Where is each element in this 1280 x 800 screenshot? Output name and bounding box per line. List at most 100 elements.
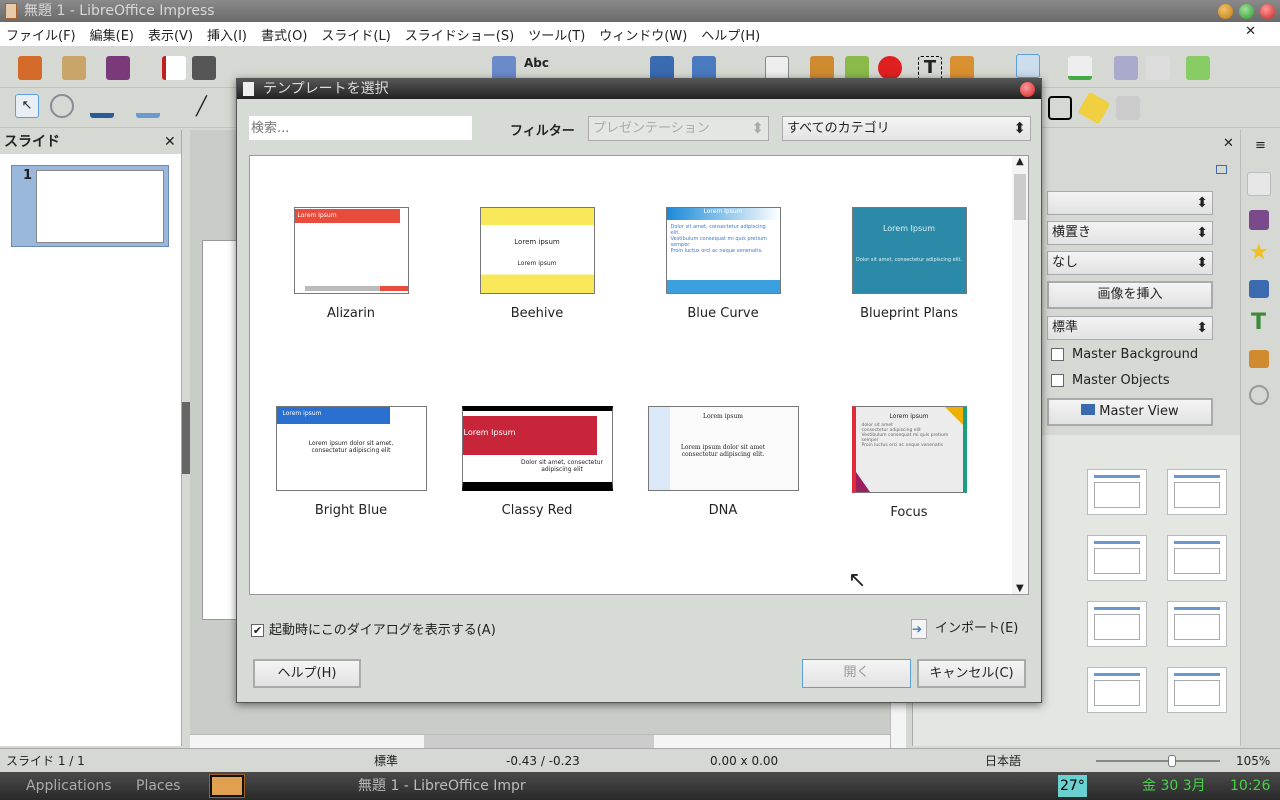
menu-slideshow[interactable]: スライドショー(S) xyxy=(405,25,514,44)
template-bright-blue[interactable]: Lorem ipsum Lorem ipsum dolor sit amet, c… xyxy=(258,406,444,518)
print-icon[interactable] xyxy=(192,56,216,80)
workspace-switcher[interactable] xyxy=(209,774,245,798)
template-dna[interactable]: Lorem ipsum Lorem ipsum dolor sit amet co… xyxy=(630,406,816,518)
fill-color-icon[interactable] xyxy=(136,94,160,118)
close-document-icon[interactable]: ✕ xyxy=(1245,24,1256,39)
help-button[interactable]: ヘルプ(H) xyxy=(253,659,361,688)
slide-thumbnail[interactable]: 1 xyxy=(11,165,169,247)
cancel-button[interactable]: キャンセル(C) xyxy=(917,659,1026,688)
language[interactable]: 日本語 xyxy=(985,749,1021,773)
applications-menu[interactable]: Applications xyxy=(26,772,112,800)
menu-window[interactable]: ウィンドウ(W) xyxy=(599,25,687,44)
close-pane-icon[interactable]: ✕ xyxy=(164,130,176,154)
delete-slide-icon[interactable] xyxy=(1146,56,1170,80)
slide-transition-tab-icon[interactable] xyxy=(1249,210,1269,230)
menu-file[interactable]: ファイル(F) xyxy=(6,25,76,44)
more-options-icon[interactable] xyxy=(1216,165,1227,174)
open-folder-icon[interactable] xyxy=(62,56,86,80)
layout-option[interactable] xyxy=(1167,667,1227,713)
close-button[interactable] xyxy=(1260,4,1275,19)
menu-format[interactable]: 書式(O) xyxy=(261,25,307,44)
start-slideshow-icon[interactable] xyxy=(692,56,716,80)
shapes-icon[interactable] xyxy=(1016,54,1040,78)
fontwork-icon[interactable] xyxy=(950,56,974,80)
line-tool-icon[interactable]: ╱ xyxy=(196,96,207,117)
maximize-button[interactable] xyxy=(1239,4,1254,19)
chart-icon[interactable] xyxy=(878,56,902,80)
animation-tab-icon[interactable]: ★ xyxy=(1249,240,1269,265)
show-on-startup-checkbox[interactable]: ✔ 起動時にこのダイアログを表示する(A) xyxy=(251,619,496,638)
layout-option[interactable] xyxy=(1087,469,1147,515)
horizontal-scrollbar[interactable] xyxy=(190,734,890,749)
new-slide-icon[interactable] xyxy=(1068,56,1092,80)
navigator-tab-icon[interactable] xyxy=(1249,385,1269,405)
minimize-button[interactable] xyxy=(1218,4,1233,19)
layout-option[interactable] xyxy=(1087,535,1147,581)
template-focus[interactable]: Lorem ipsum dolor sit amet consectetur adi… xyxy=(816,406,1002,520)
splitter-handle[interactable] xyxy=(182,402,190,474)
image-icon[interactable] xyxy=(810,56,834,80)
textbox-icon[interactable]: T xyxy=(918,56,942,80)
layout-option[interactable] xyxy=(1167,535,1227,581)
filter-select[interactable]: プレゼンテーション xyxy=(588,116,769,141)
dialog-close-button[interactable] xyxy=(1020,82,1035,97)
layout-option[interactable] xyxy=(1087,667,1147,713)
scroll-down-icon[interactable]: ▼ xyxy=(1016,583,1024,594)
menu-view[interactable]: 表示(V) xyxy=(148,25,193,44)
zoom-level[interactable]: 105% xyxy=(1236,749,1270,773)
gallery-tab-icon[interactable] xyxy=(1249,350,1269,368)
orientation-select[interactable]: 横置き xyxy=(1047,221,1213,245)
zoom-slider[interactable] xyxy=(1096,755,1220,767)
properties-tab-icon[interactable] xyxy=(1247,172,1271,196)
master-view-button[interactable]: Master View xyxy=(1047,398,1213,426)
import-button[interactable]: ➔ インポート(E) xyxy=(911,617,1018,639)
export-pdf-icon[interactable] xyxy=(162,56,186,80)
template-classy-red[interactable]: Lorem Ipsum Dolor sit amet, consectetur a… xyxy=(444,406,630,518)
zoom-slider-thumb[interactable] xyxy=(1167,755,1176,767)
select-arrow-icon[interactable]: ↖ xyxy=(15,94,39,118)
menu-slide[interactable]: スライド(L) xyxy=(321,25,390,44)
open-button[interactable]: 開く xyxy=(802,659,911,688)
menu-insert[interactable]: 挿入(I) xyxy=(207,25,247,44)
slide-layout-icon[interactable] xyxy=(650,56,674,80)
scroll-thumb[interactable] xyxy=(1014,174,1026,220)
table-icon[interactable] xyxy=(765,56,789,80)
duplicate-slide-icon[interactable] xyxy=(1114,56,1138,80)
scroll-up-icon[interactable]: ▲ xyxy=(1016,156,1024,167)
styles-tab-icon[interactable]: T xyxy=(1251,310,1266,335)
insert-image-button[interactable]: 画像を挿入 xyxy=(1047,281,1213,309)
task-button[interactable]: 無題 1 - LibreOffice Impr xyxy=(358,772,526,800)
template-alizarin[interactable]: Lorem Ipsum Alizarin xyxy=(258,207,444,321)
gallery-scrollbar[interactable]: ▲ ▼ xyxy=(1012,156,1028,594)
menu-tools[interactable]: ツール(T) xyxy=(528,25,585,44)
polygon-icon[interactable] xyxy=(1048,96,1072,120)
master-slide-select[interactable]: 標準 xyxy=(1047,316,1213,340)
glue-point-icon[interactable] xyxy=(1077,91,1111,125)
template-blueprint-plans[interactable]: Lorem Ipsum Dolor sit amet, consectetur a… xyxy=(816,207,1002,321)
new-document-icon[interactable] xyxy=(18,56,42,80)
close-sidebar-icon[interactable]: ✕ xyxy=(1223,136,1234,151)
sidebar-menu-icon[interactable]: ≡ xyxy=(1255,138,1266,153)
menu-help[interactable]: ヘルプ(H) xyxy=(701,25,760,44)
template-blue-curve[interactable]: Lorem Ipsum Dolor sit amet, consectetur a… xyxy=(630,207,816,321)
menu-edit[interactable]: 編集(E) xyxy=(90,25,134,44)
layout-option[interactable] xyxy=(1087,601,1147,647)
media-icon[interactable] xyxy=(845,56,869,80)
line-color-icon[interactable] xyxy=(90,94,114,118)
format-select[interactable] xyxy=(1047,191,1213,215)
layout-option[interactable] xyxy=(1167,601,1227,647)
places-menu[interactable]: Places xyxy=(136,772,181,800)
master-slide-icon[interactable] xyxy=(1186,56,1210,80)
category-select[interactable]: すべてのカテゴリ xyxy=(782,116,1031,141)
save-icon[interactable] xyxy=(106,56,130,80)
background-select[interactable]: なし xyxy=(1047,251,1213,275)
master-objects-checkbox[interactable]: Master Objects xyxy=(1051,373,1170,388)
master-background-checkbox[interactable]: Master Background xyxy=(1051,347,1198,362)
search-input[interactable] xyxy=(249,116,472,140)
template-beehive[interactable]: Lorem ipsum Lorem ipsum Beehive xyxy=(444,207,630,321)
autocorrect-icon[interactable]: Abc xyxy=(524,56,549,70)
layout-option[interactable] xyxy=(1167,469,1227,515)
master-pages-tab-icon[interactable] xyxy=(1249,280,1269,298)
spellcheck-icon[interactable] xyxy=(492,56,516,80)
zoom-icon[interactable] xyxy=(50,94,74,118)
